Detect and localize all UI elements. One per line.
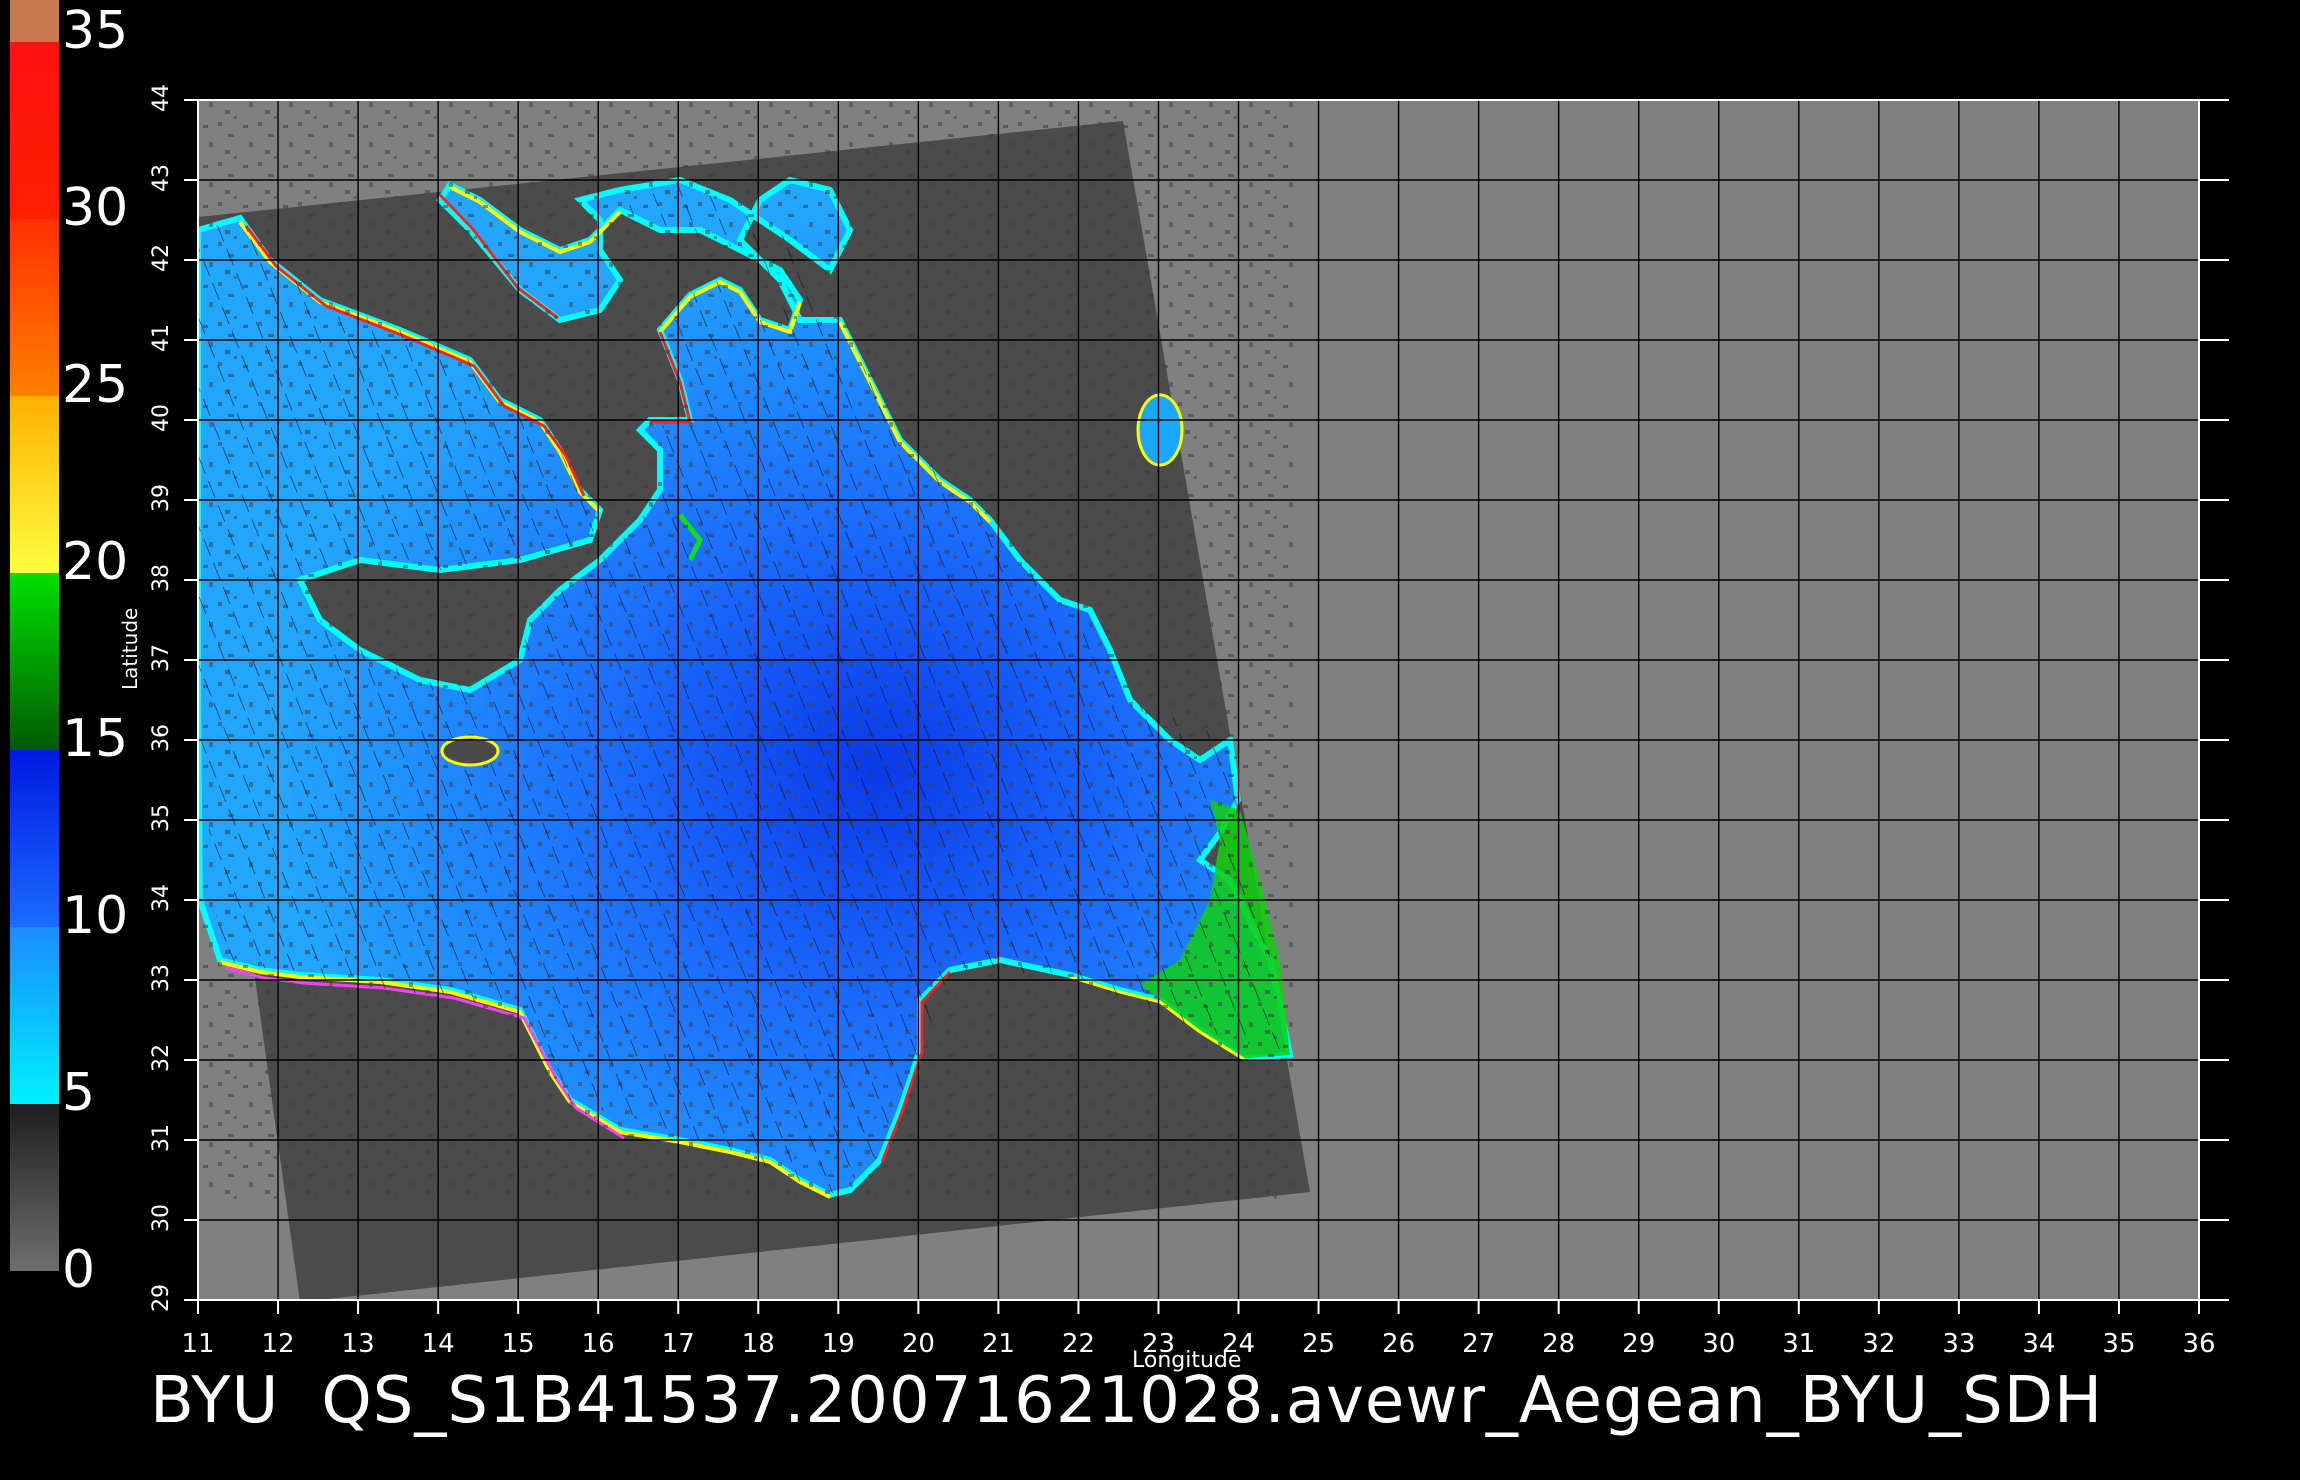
lon-tick-label: 14 [422,1329,455,1359]
lon-tick-label: 22 [1062,1329,1095,1359]
lat-tick-label: 40 [149,404,174,432]
lat-tick-label: 34 [149,884,174,912]
image-caption: BYU QS_S1B41537.20071621028.avewr_Aegean_… [150,1364,2103,1438]
lat-tick-label: 39 [149,484,174,512]
lon-tick-label: 19 [822,1329,855,1359]
lat-tick-label: 29 [149,1284,174,1312]
lon-tick-label: 30 [1702,1329,1735,1359]
island-sicily [440,735,500,767]
colorbar-band-35 [10,0,59,42]
lat-tick-label: 43 [149,164,174,192]
colorbar-tick-label: 20 [62,532,128,592]
colorbar-tick-label: 35 [62,1,128,61]
y-axis-title: Latitude [118,607,142,690]
lat-tick-label: 32 [149,1044,174,1072]
lon-tick-label: 26 [1382,1329,1415,1359]
colorbar-band-20-25 [10,396,59,573]
colorbar-band-0-5 [10,1104,59,1271]
wind-speed-map: 0 5 10 15 20 25 30 35 11 12 13 14 15 16 17 18 1… [10,0,2229,1359]
colorbar-band-25-30 [10,219,59,396]
lon-tick-label: 11 [181,1329,214,1359]
lat-tick-label: 36 [149,724,174,752]
lon-tick-label: 16 [582,1329,615,1359]
colorbar-band-30-35 [10,42,59,219]
lon-tick-label: 12 [261,1329,294,1359]
lon-tick-label: 34 [2022,1329,2055,1359]
lon-tick-label: 35 [2102,1329,2135,1359]
lat-tick-label: 38 [149,564,174,592]
lat-tick-label: 35 [149,804,174,832]
colorbar: 0 5 10 15 20 25 30 35 [10,0,128,1300]
lon-tick-label: 20 [902,1329,935,1359]
lat-tick-label: 30 [149,1204,174,1232]
colorbar-tick-label: 15 [62,709,128,769]
colorbar-tick-label: 0 [62,1240,95,1300]
colorbar-tick-label: 30 [62,178,128,238]
lat-tick-label: 44 [149,84,174,112]
lat-tick-label: 42 [149,244,174,272]
colorbar-tick-label: 5 [62,1063,95,1123]
colorbar-band-15-20 [10,573,59,750]
colorbar-tick-label: 25 [62,355,128,415]
colorbar-band-5-10 [10,927,59,1104]
lon-tick-label: 32 [1862,1329,1895,1359]
lon-tick-label: 17 [662,1329,695,1359]
lon-tick-label: 29 [1622,1329,1655,1359]
lon-tick-label: 31 [1782,1329,1815,1359]
map-panel: 11 12 13 14 15 16 17 18 19 20 21 22 23 24 25 26 27 28 29 30… [149,84,2229,1359]
lon-tick-label: 25 [1302,1329,1335,1359]
lat-tick-label: 41 [149,324,174,352]
lon-tick-label: 15 [502,1329,535,1359]
lon-tick-label: 13 [342,1329,375,1359]
lon-tick-label: 33 [1942,1329,1975,1359]
lon-tick-label: 21 [982,1329,1015,1359]
lon-tick-label: 18 [742,1329,775,1359]
island-crete [1136,393,1184,467]
lat-tick-label: 37 [149,644,174,672]
lat-tick-label: 31 [149,1124,174,1152]
lon-tick-label: 27 [1462,1329,1495,1359]
colorbar-tick-label: 10 [62,886,128,946]
caption-filename: QS_S1B41537.20071621028.avewr_Aegean_BYU… [321,1364,2104,1438]
lon-tick-label: 28 [1542,1329,1575,1359]
caption-source: BYU [150,1364,280,1438]
lat-tick-label: 33 [149,964,174,992]
colorbar-band-10-15 [10,750,59,927]
lon-tick-label: 36 [2182,1329,2215,1359]
